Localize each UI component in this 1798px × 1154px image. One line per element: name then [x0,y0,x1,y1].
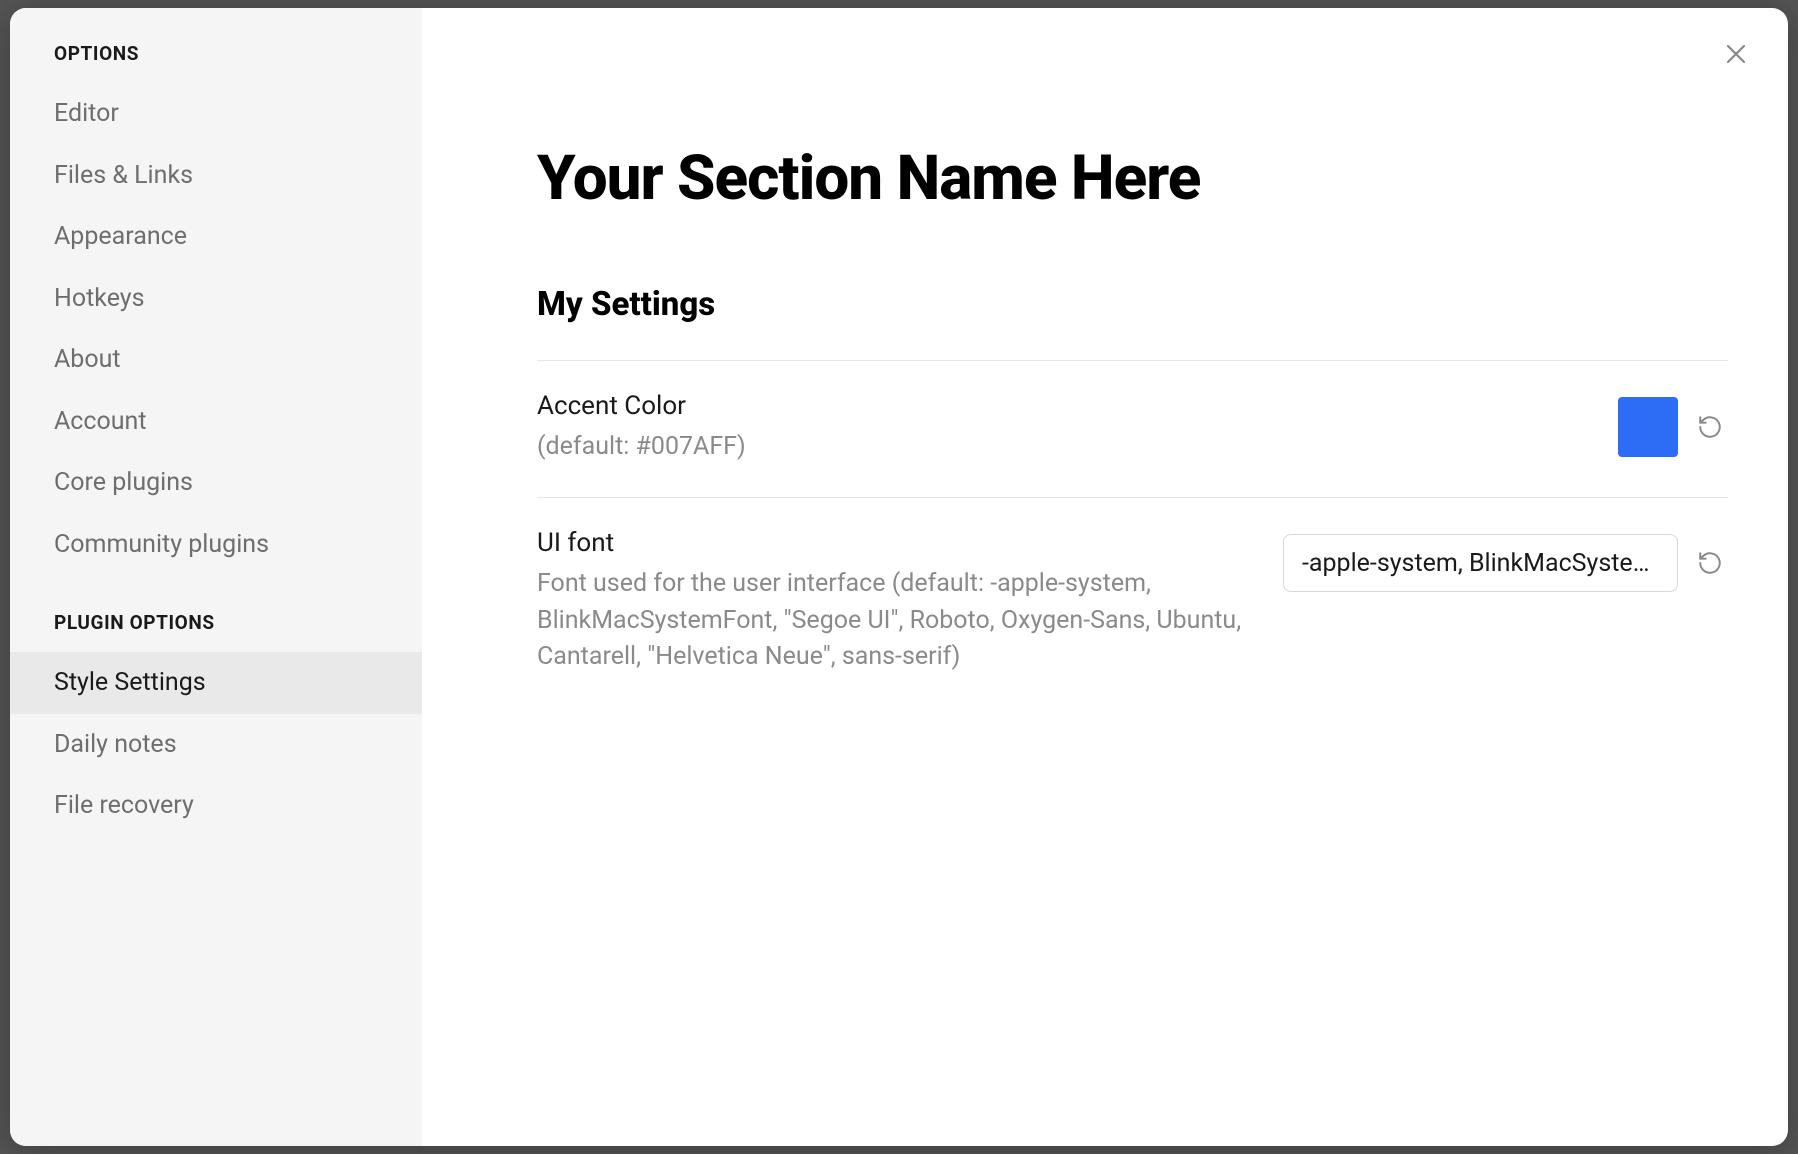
page-title: Your Section Name Here [537,142,1728,215]
sidebar-item-hotkeys[interactable]: Hotkeys [10,268,422,330]
sidebar-item-daily-notes[interactable]: Daily notes [10,714,422,776]
sidebar-item-appearance[interactable]: Appearance [10,206,422,268]
sidebar-item-account[interactable]: Account [10,391,422,453]
setting-row-accent-color: Accent Color (default: #007AFF) [537,360,1728,497]
sidebar-item-files-links[interactable]: Files & Links [10,145,422,207]
setting-name: Accent Color [537,391,1588,421]
setting-info: Accent Color (default: #007AFF) [537,391,1618,465]
sidebar-item-community-plugins[interactable]: Community plugins [10,514,422,576]
section-title: My Settings [537,285,1728,324]
reset-button[interactable] [1692,545,1728,581]
setting-row-ui-font: UI font Font used for the user interface… [537,497,1728,707]
sidebar-item-style-settings[interactable]: Style Settings [10,652,422,714]
settings-modal: OPTIONS Editor Files & Links Appearance … [10,8,1788,1146]
setting-name: UI font [537,528,1253,558]
setting-desc: Font used for the user interface (defaul… [537,566,1253,675]
setting-control [1283,528,1728,592]
reset-icon [1697,414,1723,440]
settings-content: Your Section Name Here My Settings Accen… [422,8,1788,1146]
sidebar-item-about[interactable]: About [10,329,422,391]
sidebar-item-editor[interactable]: Editor [10,83,422,145]
sidebar-item-core-plugins[interactable]: Core plugins [10,452,422,514]
reset-icon [1697,550,1723,576]
settings-sidebar: OPTIONS Editor Files & Links Appearance … [10,8,422,1146]
sidebar-header-plugin-options: PLUGIN OPTIONS [10,611,422,652]
reset-button[interactable] [1692,409,1728,445]
setting-desc: (default: #007AFF) [537,429,1588,465]
sidebar-header-options: OPTIONS [10,42,422,83]
ui-font-input[interactable] [1283,534,1678,592]
close-icon [1726,44,1746,64]
setting-info: UI font Font used for the user interface… [537,528,1283,675]
sidebar-item-file-recovery[interactable]: File recovery [10,775,422,837]
close-button[interactable] [1718,36,1754,72]
setting-control [1618,391,1728,457]
color-swatch[interactable] [1618,397,1678,457]
